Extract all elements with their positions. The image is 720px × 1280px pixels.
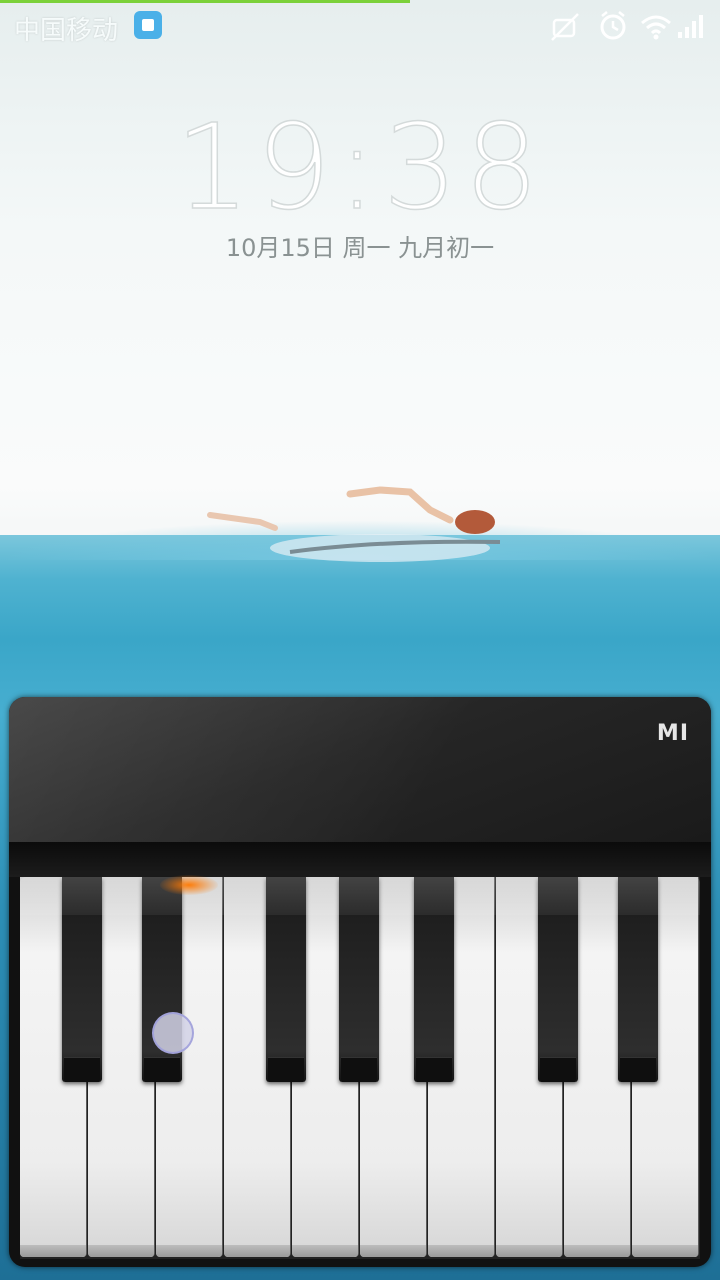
lockscreen-clock: 19:38 xyxy=(174,97,546,237)
mi-logo: MI xyxy=(656,721,689,746)
piano-unlock-widget[interactable]: MI xyxy=(9,697,711,1267)
black-key[interactable] xyxy=(266,877,306,1082)
signal-strength-icon xyxy=(678,15,703,38)
black-key[interactable] xyxy=(538,877,578,1082)
pressed-key-glow xyxy=(160,875,218,895)
black-key[interactable] xyxy=(339,877,379,1082)
lockscreen-date: 10月15日 周一 九月初一 xyxy=(225,234,495,262)
piano-keyboard xyxy=(20,877,700,1259)
black-key[interactable] xyxy=(618,877,658,1082)
wifi-icon xyxy=(641,15,671,40)
touch-indicator xyxy=(152,1012,194,1054)
black-key[interactable] xyxy=(62,877,102,1082)
black-key[interactable] xyxy=(414,877,454,1082)
piano-ledge xyxy=(9,842,711,877)
mute-icon xyxy=(551,13,579,41)
piano-lid-gloss xyxy=(9,697,711,842)
status-bar: 中国移动 xyxy=(0,0,720,52)
app-notification-icon xyxy=(134,11,162,39)
alarm-clock-icon xyxy=(600,11,626,40)
carrier-name: 中国移动 xyxy=(14,16,119,46)
swimmer-illustration xyxy=(207,486,501,562)
